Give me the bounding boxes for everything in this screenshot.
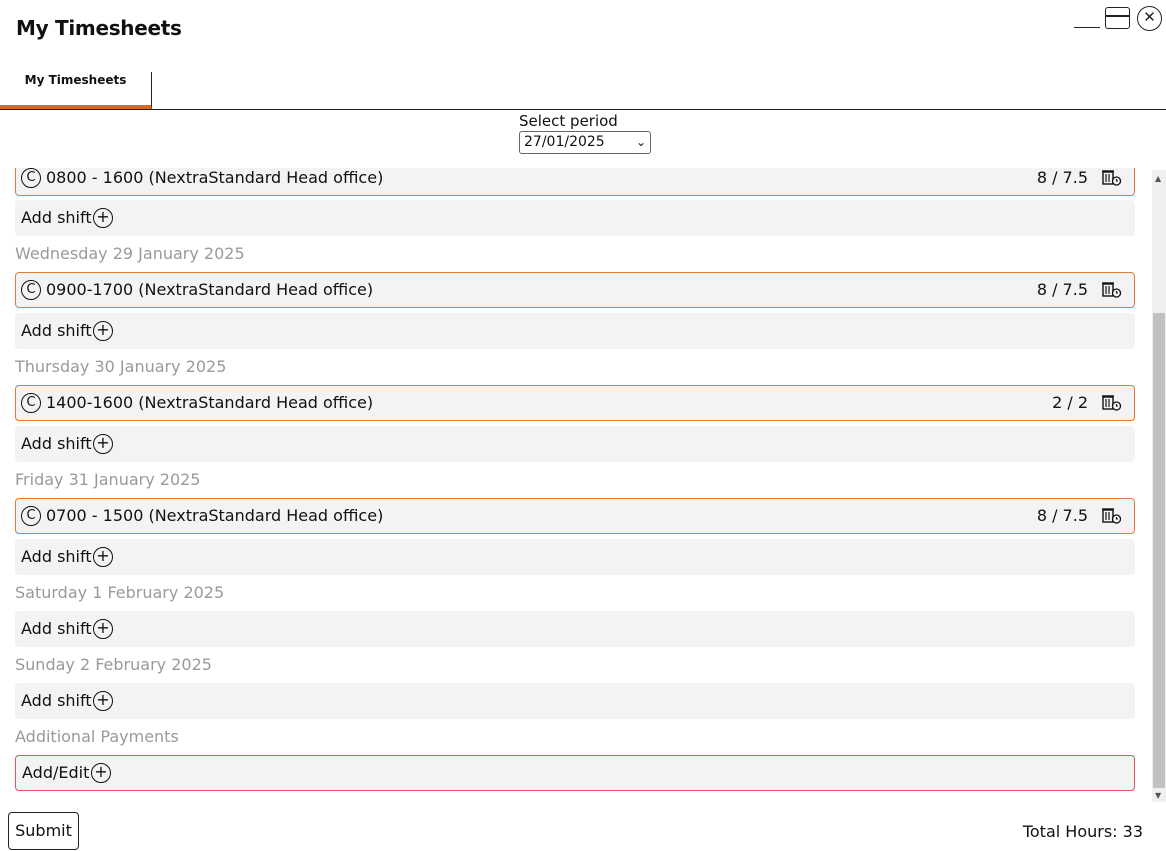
chevron-down-icon: ⌄ <box>635 135 646 149</box>
scroll-up-icon[interactable]: ▲ <box>1155 174 1161 183</box>
shift-row[interactable]: C 0900-1700 (NextraStandard Head office)… <box>15 272 1135 308</box>
shift-text: 0700 - 1500 (NextraStandard Head office) <box>46 506 384 525</box>
plus-icon[interactable]: + <box>93 321 113 341</box>
copyright-icon: C <box>21 168 41 188</box>
plus-icon[interactable]: + <box>93 619 113 639</box>
add-shift-label: Add shift <box>21 547 92 566</box>
shift-hours: 8 / 7.5 <box>1036 280 1088 299</box>
add-shift-label: Add shift <box>21 434 92 453</box>
day-label: Sunday 2 February 2025 <box>15 655 212 674</box>
shift-text: 0800 - 1600 (NextraStandard Head office) <box>46 168 384 187</box>
shift-hours: 2 / 2 <box>1052 393 1088 412</box>
add-shift-row[interactable]: Add shift + <box>15 683 1135 719</box>
add-shift-label: Add shift <box>21 691 92 710</box>
add-shift-row[interactable]: Add shift + <box>15 200 1135 236</box>
scrollbar-thumb[interactable] <box>1153 313 1165 788</box>
add-shift-label: Add shift <box>21 321 92 340</box>
day-label: Friday 31 January 2025 <box>15 470 201 489</box>
total-hours: Total Hours: 33 <box>1022 822 1143 841</box>
delete-icon[interactable] <box>1102 169 1122 187</box>
shift-hours: 8 / 7.5 <box>1036 168 1088 187</box>
shift-row[interactable]: C 1400-1600 (NextraStandard Head office)… <box>15 385 1135 421</box>
add-shift-row[interactable]: Add shift + <box>15 539 1135 575</box>
shift-row[interactable]: C 0800 - 1600 (NextraStandard Head offic… <box>15 168 1135 196</box>
maximize-icon[interactable] <box>1105 7 1130 29</box>
add-shift-label: Add shift <box>21 208 92 227</box>
add-shift-row[interactable]: Add shift + <box>15 313 1135 349</box>
minimize-icon[interactable] <box>1074 10 1100 30</box>
copyright-icon: C <box>21 280 41 300</box>
day-label: Wednesday 29 January 2025 <box>15 244 245 263</box>
period-label: Select period <box>519 112 618 130</box>
additional-payments-row[interactable]: Add/Edit + <box>15 755 1135 791</box>
shift-text: 1400-1600 (NextraStandard Head office) <box>46 393 374 412</box>
add-shift-row[interactable]: Add shift + <box>15 426 1135 462</box>
delete-icon[interactable] <box>1102 507 1122 525</box>
plus-icon[interactable]: + <box>91 763 111 783</box>
shift-hours: 8 / 7.5 <box>1036 506 1088 525</box>
section-label: Additional Payments <box>15 727 179 746</box>
add-edit-label: Add/Edit <box>22 763 90 782</box>
delete-icon[interactable] <box>1102 281 1122 299</box>
plus-icon[interactable]: + <box>93 691 113 711</box>
timesheet-list: C 0800 - 1600 (NextraStandard Head offic… <box>0 168 1166 802</box>
period-select[interactable]: 27/01/2025 ⌄ <box>519 131 651 154</box>
shift-row[interactable]: C 0700 - 1500 (NextraStandard Head offic… <box>15 498 1135 534</box>
plus-icon[interactable]: + <box>93 434 113 454</box>
shift-text: 0900-1700 (NextraStandard Head office) <box>46 280 374 299</box>
period-selector: Select period 27/01/2025 ⌄ <box>519 112 659 154</box>
copyright-icon: C <box>21 393 41 413</box>
scrollbar[interactable]: ▲ ▼ <box>1152 170 1166 802</box>
window-title: My Timesheets <box>16 16 182 40</box>
period-select-value: 27/01/2025 <box>524 134 605 150</box>
day-label: Thursday 30 January 2025 <box>15 357 227 376</box>
scroll-down-icon[interactable]: ▼ <box>1155 791 1161 800</box>
plus-icon[interactable]: + <box>93 547 113 567</box>
day-label: Saturday 1 February 2025 <box>15 583 225 602</box>
add-shift-label: Add shift <box>21 619 92 638</box>
plus-icon[interactable]: + <box>93 208 113 228</box>
submit-button[interactable]: Submit <box>8 812 79 850</box>
tab-my-timesheets[interactable]: My Timesheets <box>0 72 152 109</box>
add-shift-row[interactable]: Add shift + <box>15 611 1135 647</box>
copyright-icon: C <box>21 506 41 526</box>
close-icon[interactable]: ✕ <box>1137 6 1162 31</box>
delete-icon[interactable] <box>1102 394 1122 412</box>
tab-bar: My Timesheets <box>0 60 1166 110</box>
